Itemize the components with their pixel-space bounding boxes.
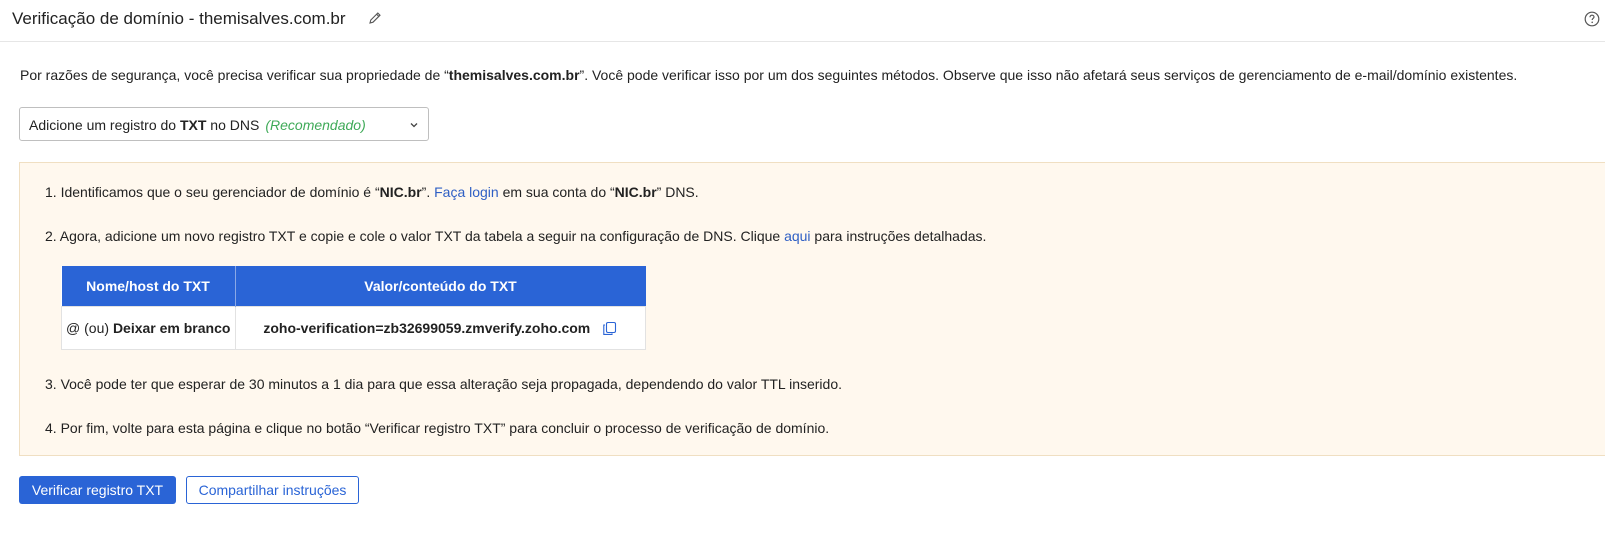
login-link[interactable]: Faça login xyxy=(434,184,499,200)
page-header: Verificação de domínio - themisalves.com… xyxy=(0,0,1605,42)
txt-record-table: Nome/host do TXT Valor/conteúdo do TXT @… xyxy=(61,266,646,350)
table-row: @ (ou) Deixar em branco zoho-verificatio… xyxy=(61,306,646,350)
pencil-icon[interactable] xyxy=(368,11,382,25)
host-prefix: @ (ou) xyxy=(66,320,113,336)
cell-value: zoho-verification=zb32699059.zmverify.zo… xyxy=(234,306,646,350)
table-header-row: Nome/host do TXT Valor/conteúdo do TXT xyxy=(61,266,646,307)
intro-domain: themisalves.com.br xyxy=(448,67,580,83)
step-1-text-b: ”. xyxy=(421,184,435,200)
recommended-label: (Recomendado) xyxy=(265,117,366,133)
share-instructions-button[interactable]: Compartilhar instruções xyxy=(186,476,359,504)
select-value: Adicione um registro do TXT no DNS (Recom… xyxy=(29,117,366,133)
step-2: 2. Agora, adicione um novo registro TXT … xyxy=(45,228,986,244)
copy-icon[interactable] xyxy=(602,321,617,336)
txt-value[interactable]: zoho-verification=zb32699059.zmverify.zo… xyxy=(263,320,590,336)
step-3: 3. Você pode ter que esperar de 30 minut… xyxy=(45,376,842,392)
chevron-down-icon xyxy=(410,123,418,128)
select-prefix: Adicione um registro do xyxy=(29,117,180,133)
step-1-text-c: em sua conta do “ xyxy=(498,184,615,200)
step-1-text-a: 1. Identificamos que o seu gerenciador d… xyxy=(45,184,380,200)
intro-after: ”. Você pode verificar isso por um dos s… xyxy=(579,67,1518,83)
header-value: Valor/conteúdo do TXT xyxy=(235,266,646,307)
step-1-provider: NIC.br xyxy=(379,184,422,200)
step-1-text-d: ” DNS. xyxy=(656,184,699,200)
select-suffix: no DNS xyxy=(206,117,260,133)
cell-host: @ (ou) Deixar em branco xyxy=(61,306,236,350)
details-link[interactable]: aqui xyxy=(784,228,810,244)
page-title: Verificação de domínio - themisalves.com… xyxy=(12,9,346,28)
intro-before: Por razões de segurança, você precisa ve… xyxy=(20,67,449,83)
header-host: Nome/host do TXT xyxy=(61,266,236,307)
host-blank: Deixar em branco xyxy=(112,320,231,336)
step-2-text-b: para instruções detalhadas. xyxy=(810,228,987,244)
step-4: 4. Por fim, volte para esta página e cli… xyxy=(45,420,830,436)
help-circle-icon[interactable] xyxy=(1584,11,1600,27)
select-bold: TXT xyxy=(179,117,207,133)
intro-text: Por razões de segurança, você precisa ve… xyxy=(20,67,1517,83)
step-2-text-a: 2. Agora, adicione um novo registro TXT … xyxy=(45,228,785,244)
step-1-provider-2: NIC.br xyxy=(614,184,657,200)
instructions-panel: 1. Identificamos que o seu gerenciador d… xyxy=(19,162,1605,456)
verification-method-select[interactable]: Adicione um registro do TXT no DNS (Recom… xyxy=(19,107,429,141)
step-1: 1. Identificamos que o seu gerenciador d… xyxy=(45,184,699,200)
verify-txt-button[interactable]: Verificar registro TXT xyxy=(19,476,176,504)
